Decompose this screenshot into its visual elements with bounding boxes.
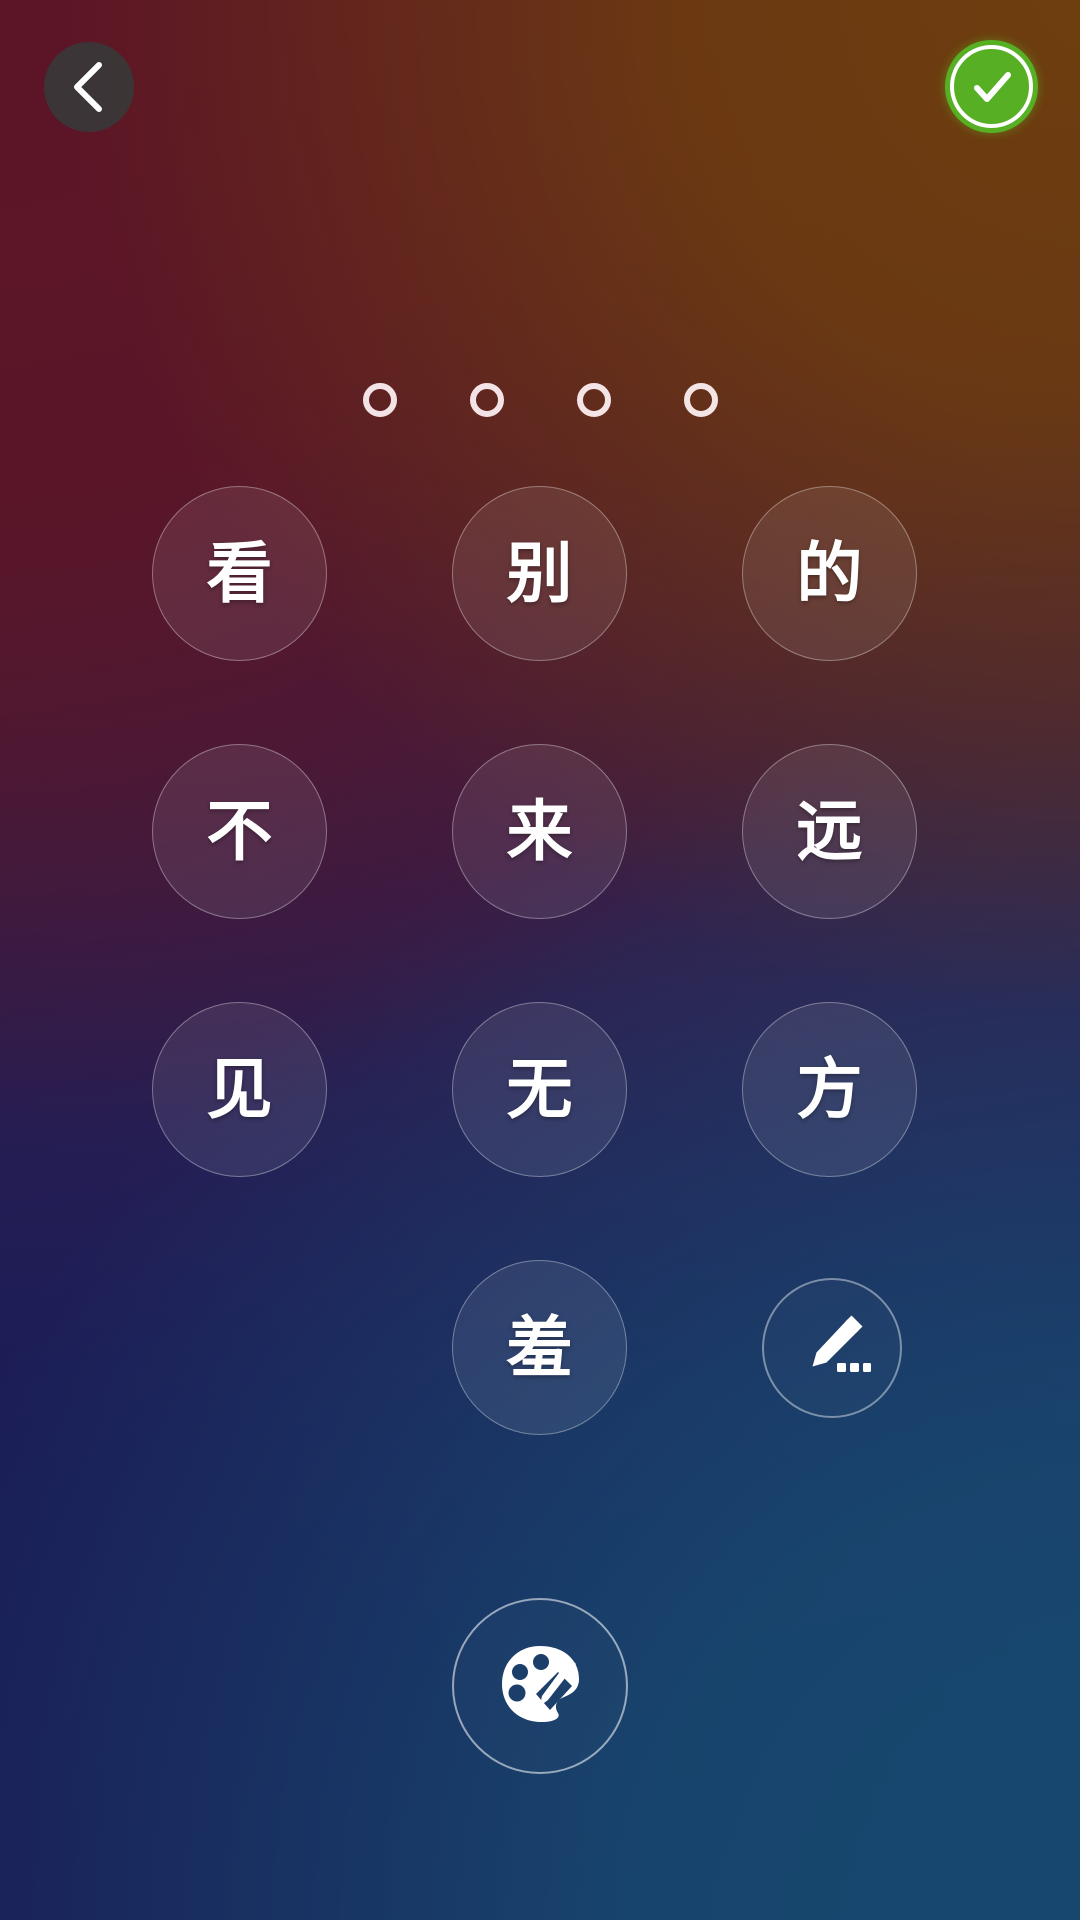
character-glyph: 看 [206, 534, 273, 612]
pencil-more-icon [790, 1304, 874, 1392]
character-bubble[interactable]: 无 [452, 1002, 627, 1177]
character-bubble[interactable]: 不 [152, 744, 327, 919]
character-bubble[interactable]: 的 [742, 486, 917, 661]
back-button[interactable] [44, 42, 134, 132]
character-glyph: 来 [506, 792, 573, 870]
character-grid: 看 别 的 不 来 远 见 无 方 羞 [0, 486, 1080, 1518]
app-screen: 看 别 的 不 来 远 见 无 方 羞 [0, 0, 1080, 1920]
stroke-indicator-dot-3[interactable] [576, 383, 611, 417]
character-bubble[interactable]: 远 [742, 744, 917, 919]
stroke-indicator-row [0, 383, 1080, 417]
character-bubble[interactable]: 方 [742, 1002, 917, 1177]
character-glyph: 的 [796, 534, 863, 612]
character-bubble[interactable]: 来 [452, 744, 627, 919]
character-bubble[interactable]: 别 [452, 486, 627, 661]
stroke-indicator-dot-1[interactable] [362, 383, 397, 417]
character-glyph: 不 [206, 792, 273, 870]
character-grid-row: 不 来 远 [0, 744, 1080, 1002]
palette-button[interactable] [452, 1598, 628, 1774]
character-glyph: 别 [506, 534, 573, 612]
character-glyph: 方 [796, 1050, 863, 1128]
character-bubble[interactable]: 看 [152, 486, 327, 661]
character-grid-row: 见 无 方 [0, 1002, 1080, 1260]
chevron-left-icon [63, 57, 115, 117]
stroke-indicator-dot-2[interactable] [469, 383, 504, 417]
check-icon [964, 59, 1020, 115]
top-bar [0, 0, 1080, 176]
character-glyph: 无 [506, 1050, 573, 1128]
character-glyph: 远 [796, 792, 863, 870]
character-grid-row: 看 别 的 [0, 486, 1080, 744]
character-bubble[interactable]: 羞 [452, 1260, 627, 1435]
more-edit-button[interactable] [762, 1278, 902, 1418]
character-glyph: 羞 [506, 1308, 573, 1386]
character-grid-row: 羞 [0, 1260, 1080, 1518]
stroke-indicator-dot-4[interactable] [683, 383, 718, 417]
character-bubble[interactable]: 见 [152, 1002, 327, 1177]
character-glyph: 见 [206, 1050, 273, 1128]
palette-brush-icon [484, 1628, 596, 1744]
confirm-button[interactable] [945, 40, 1038, 133]
